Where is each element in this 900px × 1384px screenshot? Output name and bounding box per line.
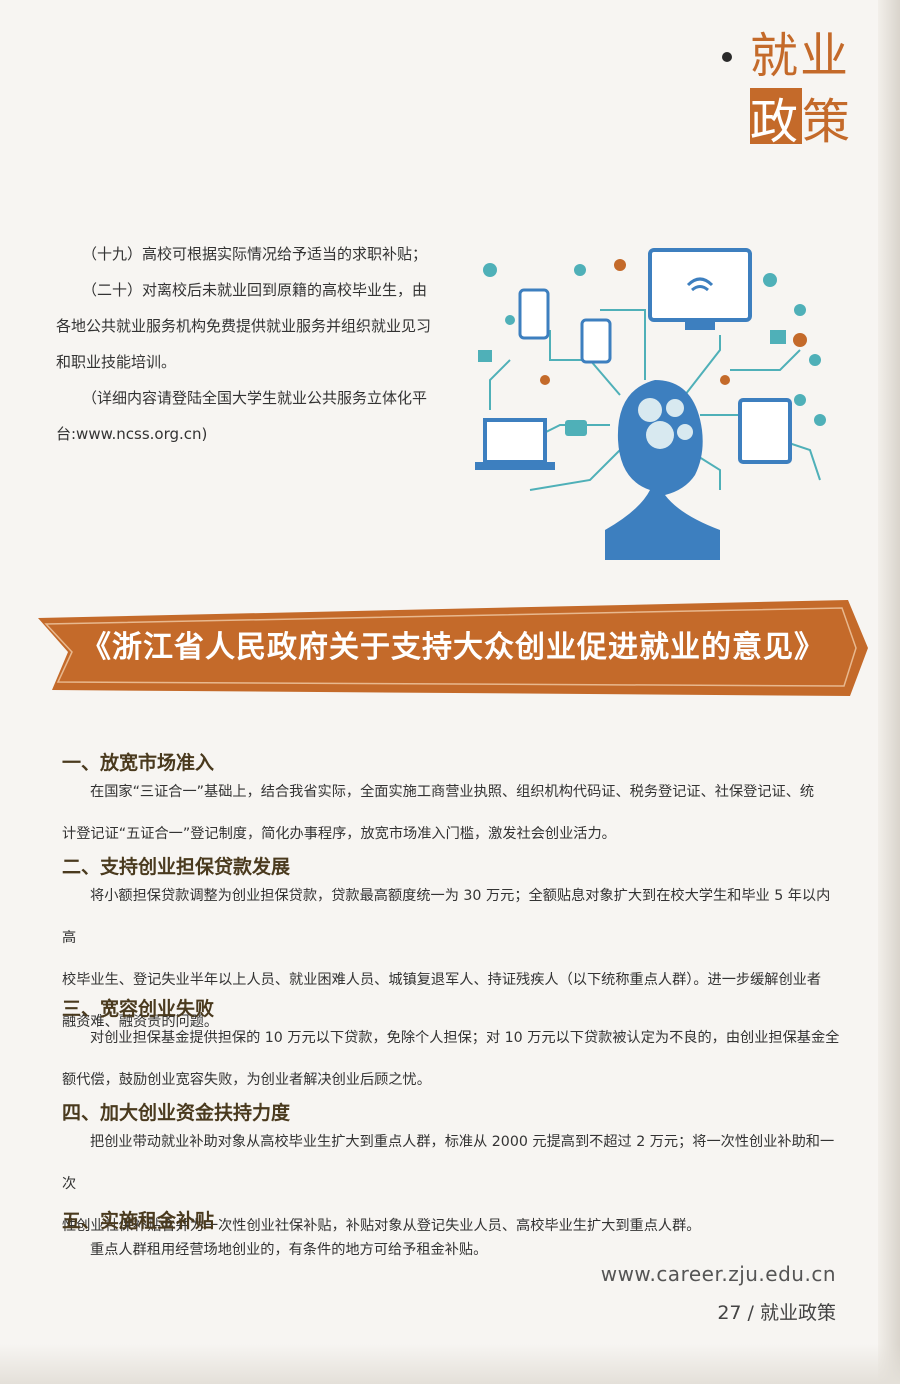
note-line2: 台:www.ncss.org.cn)	[56, 425, 208, 443]
bullet-dot	[722, 52, 732, 62]
website-link[interactable]: www.career.zju.edu.cn	[601, 1262, 836, 1286]
section-text: 将小额担保贷款调整为创业担保贷款，贷款最高额度统一为 30 万元；全额贴息对象扩…	[62, 888, 831, 946]
section-text: 对创业担保基金提供担保的 10 万元以下贷款，免除个人担保；对 10 万元以下贷…	[90, 1030, 840, 1046]
item-20-line2: 各地公共就业服务机构免费提供就业服务并组织就业见习	[56, 317, 432, 335]
note-line1: （详细内容请登陆全国大学生就业公共服务立体化平	[82, 389, 428, 407]
section-tag-line2b: 策	[802, 94, 851, 150]
tech-illustration	[470, 240, 840, 570]
item-20-line3: 和职业技能培训。	[56, 353, 177, 371]
banner-title: 《浙江省人民政府关于支持大众创业促进就业的意见》	[81, 630, 825, 665]
section-3: 三、宽容创业失败 对创业担保基金提供担保的 10 万元以下贷款，免除个人担保；对…	[62, 994, 842, 1101]
policy-banner: 《浙江省人民政府关于支持大众创业促进就业的意见》	[38, 600, 868, 696]
head-network-icon	[475, 248, 826, 560]
page-number: 27 / 就业政策	[717, 1302, 836, 1324]
item-19: （十九）高校可根据实际情况给予适当的求职补贴；	[82, 245, 428, 263]
section-text: 额代偿，鼓励创业宽容失败，为创业者解决创业后顾之忧。	[62, 1072, 431, 1088]
intro-text-block: （十九）高校可根据实际情况给予适当的求职补贴； （二十）对离校后未就业回到原籍的…	[56, 236, 436, 452]
section-tag: 就业 政 策	[700, 14, 860, 150]
page-bottom-shadow	[0, 1344, 900, 1384]
section-text: 计登记证“五证合一”登记制度，简化办事程序，放宽市场准入门槛，激发社会创业活力。	[62, 826, 616, 842]
section-tag-line2a: 政	[750, 94, 799, 150]
section-tag-line1: 就业	[750, 28, 851, 84]
section-text: 把创业带动就业补助对象从高校毕业生扩大到重点人群，标准从 2000 元提高到不超…	[62, 1134, 835, 1192]
section-1: 一、放宽市场准入 在国家“三证合一”基础上，结合我省实际，全面实施工商营业执照、…	[62, 748, 842, 855]
section-text: 在国家“三证合一”基础上，结合我省实际，全面实施工商营业执照、组织机构代码证、税…	[90, 784, 815, 800]
item-20-line1: （二十）对离校后未就业回到原籍的高校毕业生，由	[82, 281, 428, 299]
page-edge-shadow	[878, 0, 900, 1384]
